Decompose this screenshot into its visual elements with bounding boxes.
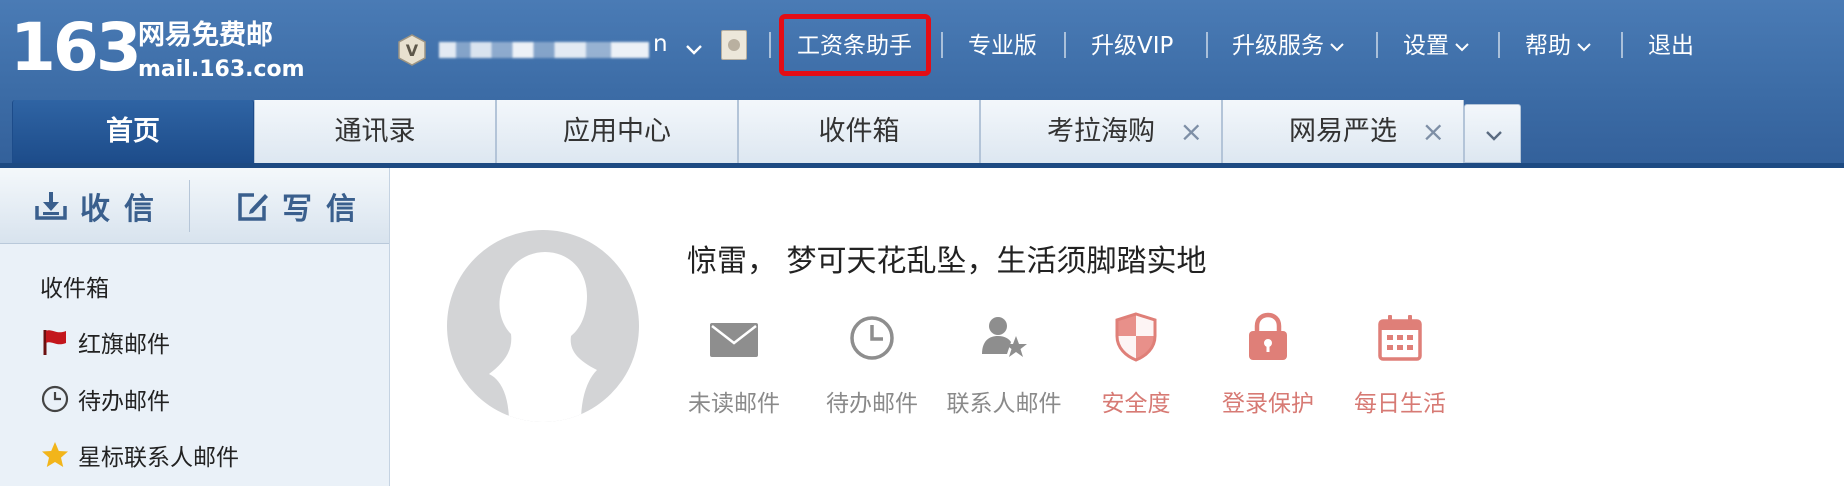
tab-label: 收件箱 — [818, 116, 900, 147]
nav-divider — [769, 32, 771, 58]
tab-label: 应用中心 — [563, 116, 671, 147]
upgrade-service-label: 升级服务 — [1232, 33, 1324, 59]
clock-icon — [850, 316, 894, 360]
help-label: 帮助 — [1525, 33, 1571, 59]
logo-number[interactable]: 163 — [10, 10, 142, 86]
tab-app-center[interactable]: 应用中心 — [496, 100, 738, 163]
tab-yanxuan[interactable]: 网易严选 × — [1222, 100, 1464, 163]
settings-label: 设置 — [1403, 33, 1449, 59]
download-icon — [35, 192, 67, 220]
compose-label: 写信 — [282, 192, 370, 227]
nav-divider — [1621, 32, 1623, 58]
receive-button[interactable]: 收信 — [34, 168, 168, 244]
chevron-down-icon — [1330, 42, 1344, 51]
motto-text: 惊雷， 梦可天花乱坠，生活须脚踏实地 — [687, 244, 1207, 279]
logo-name[interactable]: 网易免费邮 — [138, 20, 273, 52]
tab-label: 首页 — [106, 116, 160, 147]
quick-login-protection[interactable]: 登录保护 — [1198, 312, 1338, 418]
chevron-down-icon — [1455, 42, 1469, 51]
user-account[interactable]: V — [397, 30, 665, 70]
envelope-icon — [710, 323, 758, 357]
default-avatar-icon — [489, 252, 597, 422]
red-flag-icon — [40, 327, 70, 357]
chevron-down-icon — [1577, 42, 1591, 51]
sidebar: 收信 写信 收件箱 红旗邮件 待办邮件 星标联系人邮件 — [0, 168, 390, 486]
folder-todo[interactable]: 待办邮件 — [40, 379, 170, 419]
calendar-icon — [1378, 315, 1422, 361]
quick-label: 每日生活 — [1354, 391, 1446, 417]
username-tail[interactable]: n — [653, 24, 668, 64]
quick-security[interactable]: 安全度 — [1066, 312, 1206, 418]
chevron-down-icon[interactable] — [683, 38, 705, 60]
top-header: 163 网易免费邮 mail.163.com V n 工资条助手 专业版 升级V… — [0, 0, 1844, 168]
folder-red-flag[interactable]: 红旗邮件 — [40, 322, 170, 362]
quick-daily-life[interactable]: 每日生活 — [1330, 312, 1470, 418]
username-masked — [439, 42, 649, 58]
tab-home[interactable]: 首页 — [12, 100, 254, 163]
lock-icon — [1249, 312, 1287, 360]
nav-divider — [941, 32, 943, 58]
receive-label: 收信 — [80, 192, 168, 227]
folder-label: 收件箱 — [40, 276, 109, 302]
folder-label: 待办邮件 — [78, 389, 170, 415]
svg-text:V: V — [406, 41, 419, 60]
shield-icon — [1115, 312, 1157, 362]
quick-label: 联系人邮件 — [946, 391, 1062, 417]
quick-label: 待办邮件 — [826, 391, 918, 417]
nav-divider — [1206, 32, 1208, 58]
tab-label: 网易严选 — [1289, 116, 1397, 147]
quick-todo-mail[interactable]: 待办邮件 — [802, 312, 942, 418]
quick-unread-mail[interactable]: 未读邮件 — [664, 312, 804, 418]
action-bar: 收信 写信 — [0, 168, 389, 244]
quick-label: 登录保护 — [1222, 391, 1314, 417]
quick-label: 未读邮件 — [688, 391, 780, 417]
tab-label: 通讯录 — [334, 116, 416, 147]
tab-inbox[interactable]: 收件箱 — [738, 100, 980, 163]
compose-icon — [238, 193, 268, 221]
upgrade-service-menu[interactable]: 升级服务 — [1232, 26, 1346, 66]
logo-url[interactable]: mail.163.com — [138, 56, 305, 84]
chevron-down-icon — [1486, 131, 1502, 141]
folder-label: 红旗邮件 — [78, 332, 170, 358]
salary-assistant-link[interactable]: 工资条助手 — [797, 26, 912, 66]
help-menu[interactable]: 帮助 — [1525, 26, 1593, 66]
settings-menu[interactable]: 设置 — [1403, 26, 1471, 66]
action-divider — [189, 180, 190, 232]
username[interactable] — [439, 39, 665, 61]
folder-starred-contacts[interactable]: 星标联系人邮件 — [40, 435, 239, 475]
folder-label: 星标联系人邮件 — [78, 445, 239, 471]
close-icon[interactable]: × — [1180, 100, 1203, 163]
compose-button[interactable]: 写信 — [236, 168, 370, 244]
star-icon — [40, 440, 70, 470]
avatar[interactable] — [447, 230, 639, 422]
tab-contacts[interactable]: 通讯录 — [254, 100, 496, 163]
logout-link[interactable]: 退出 — [1648, 26, 1694, 66]
clock-icon — [40, 384, 70, 414]
pro-edition-link[interactable]: 专业版 — [968, 26, 1037, 66]
more-tabs-button[interactable] — [1464, 104, 1521, 163]
plugin-icon[interactable] — [721, 30, 747, 60]
close-icon[interactable]: × — [1422, 100, 1445, 163]
folder-inbox[interactable]: 收件箱 — [40, 266, 109, 306]
upgrade-vip-link[interactable]: 升级VIP — [1091, 26, 1173, 66]
nav-divider — [1064, 32, 1066, 58]
nav-divider — [1376, 32, 1378, 58]
tab-label: 考拉海购 — [1047, 116, 1155, 147]
vip-badge-icon: V — [397, 34, 427, 66]
tab-kaola[interactable]: 考拉海购 × — [980, 100, 1222, 163]
nav-divider — [1498, 32, 1500, 58]
contact-star-icon — [982, 317, 1027, 357]
quick-label: 安全度 — [1101, 391, 1171, 417]
quick-contact-mail[interactable]: 联系人邮件 — [934, 312, 1074, 418]
